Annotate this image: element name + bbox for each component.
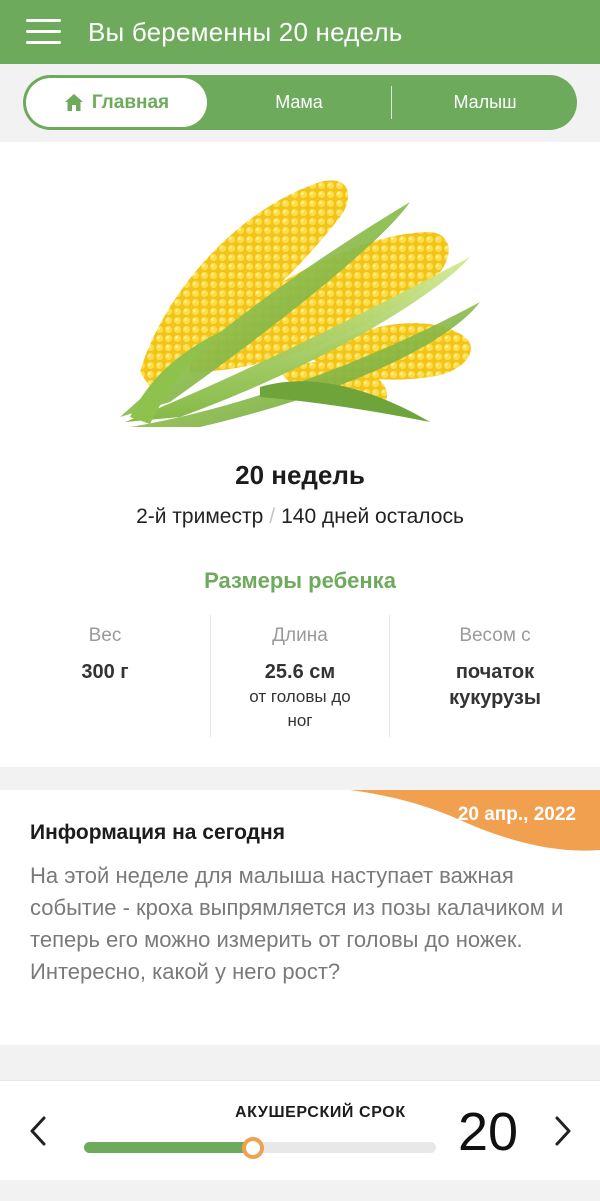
page-title: Вы беременны 20 недель xyxy=(88,17,403,47)
week-card: 20 недель 2-й триместр/140 дней осталось… xyxy=(0,142,600,767)
info-date: 20 апр., 2022 xyxy=(457,804,576,825)
tab-mama[interactable]: Мама xyxy=(207,78,391,127)
week-slider[interactable] xyxy=(84,1135,436,1159)
stat-comparison-label: Весом с xyxy=(459,625,531,646)
daily-info-card: 20 апр., 2022 Информация на сегодня На э… xyxy=(0,790,600,1045)
top-app-bar: Вы беременны 20 недель xyxy=(0,0,600,64)
stat-weight-label: Вес xyxy=(88,625,122,646)
slider-fill xyxy=(84,1142,253,1153)
obstetric-term-label: АКУШЕРСКИЙ СРОК xyxy=(235,1104,406,1121)
week-number: 20 xyxy=(458,1102,519,1162)
slider-handle[interactable] xyxy=(241,1137,264,1159)
trimester-text: 2-й триместр xyxy=(136,505,264,528)
corn-image xyxy=(120,180,480,427)
stat-length-note: от головы до ног xyxy=(249,687,351,730)
tab-divider xyxy=(391,86,392,119)
tab-home[interactable]: Главная xyxy=(26,78,207,127)
weeks-title: 20 недель xyxy=(235,460,365,490)
stat-length-label: Длина xyxy=(272,625,328,646)
days-left-text: 140 дней осталось xyxy=(281,505,464,528)
hamburger-menu-icon[interactable] xyxy=(26,19,61,45)
baby-stats: Вес 300 г Длина 25.6 см от головы до ног… xyxy=(0,615,600,740)
tab-bar-container: Главная Мама Малыш xyxy=(0,64,600,142)
segmented-tabs: Главная Мама Малыш xyxy=(23,75,577,130)
stat-weight: Вес 300 г xyxy=(0,615,210,740)
tab-home-label: Главная xyxy=(91,91,170,113)
separator: / xyxy=(269,505,276,528)
baby-sizes-title: Размеры ребенка xyxy=(204,568,396,593)
stat-comparison: Весом с початок кукурузы xyxy=(390,615,600,740)
chevron-right-icon[interactable] xyxy=(550,1113,576,1149)
stat-length: Длина 25.6 см от головы до ног xyxy=(210,615,390,740)
info-text: На этой неделе для малыша наступает важн… xyxy=(30,863,564,984)
stat-comparison-value: початок кукурузы xyxy=(449,661,541,709)
stat-length-value: 25.6 см xyxy=(264,661,336,683)
tab-baby-label: Малыш xyxy=(453,92,517,112)
tab-mama-label: Мама xyxy=(275,92,323,112)
chevron-left-icon[interactable] xyxy=(25,1113,51,1149)
info-title: Информация на сегодня xyxy=(30,821,285,844)
trimester-line: 2-й триместр/140 дней осталось xyxy=(0,505,600,529)
tab-baby[interactable]: Малыш xyxy=(393,78,577,127)
week-selector-bar: АКУШЕРСКИЙ СРОК 20 xyxy=(0,1080,600,1180)
home-icon xyxy=(64,94,83,111)
stat-weight-value: 300 г xyxy=(81,661,129,683)
